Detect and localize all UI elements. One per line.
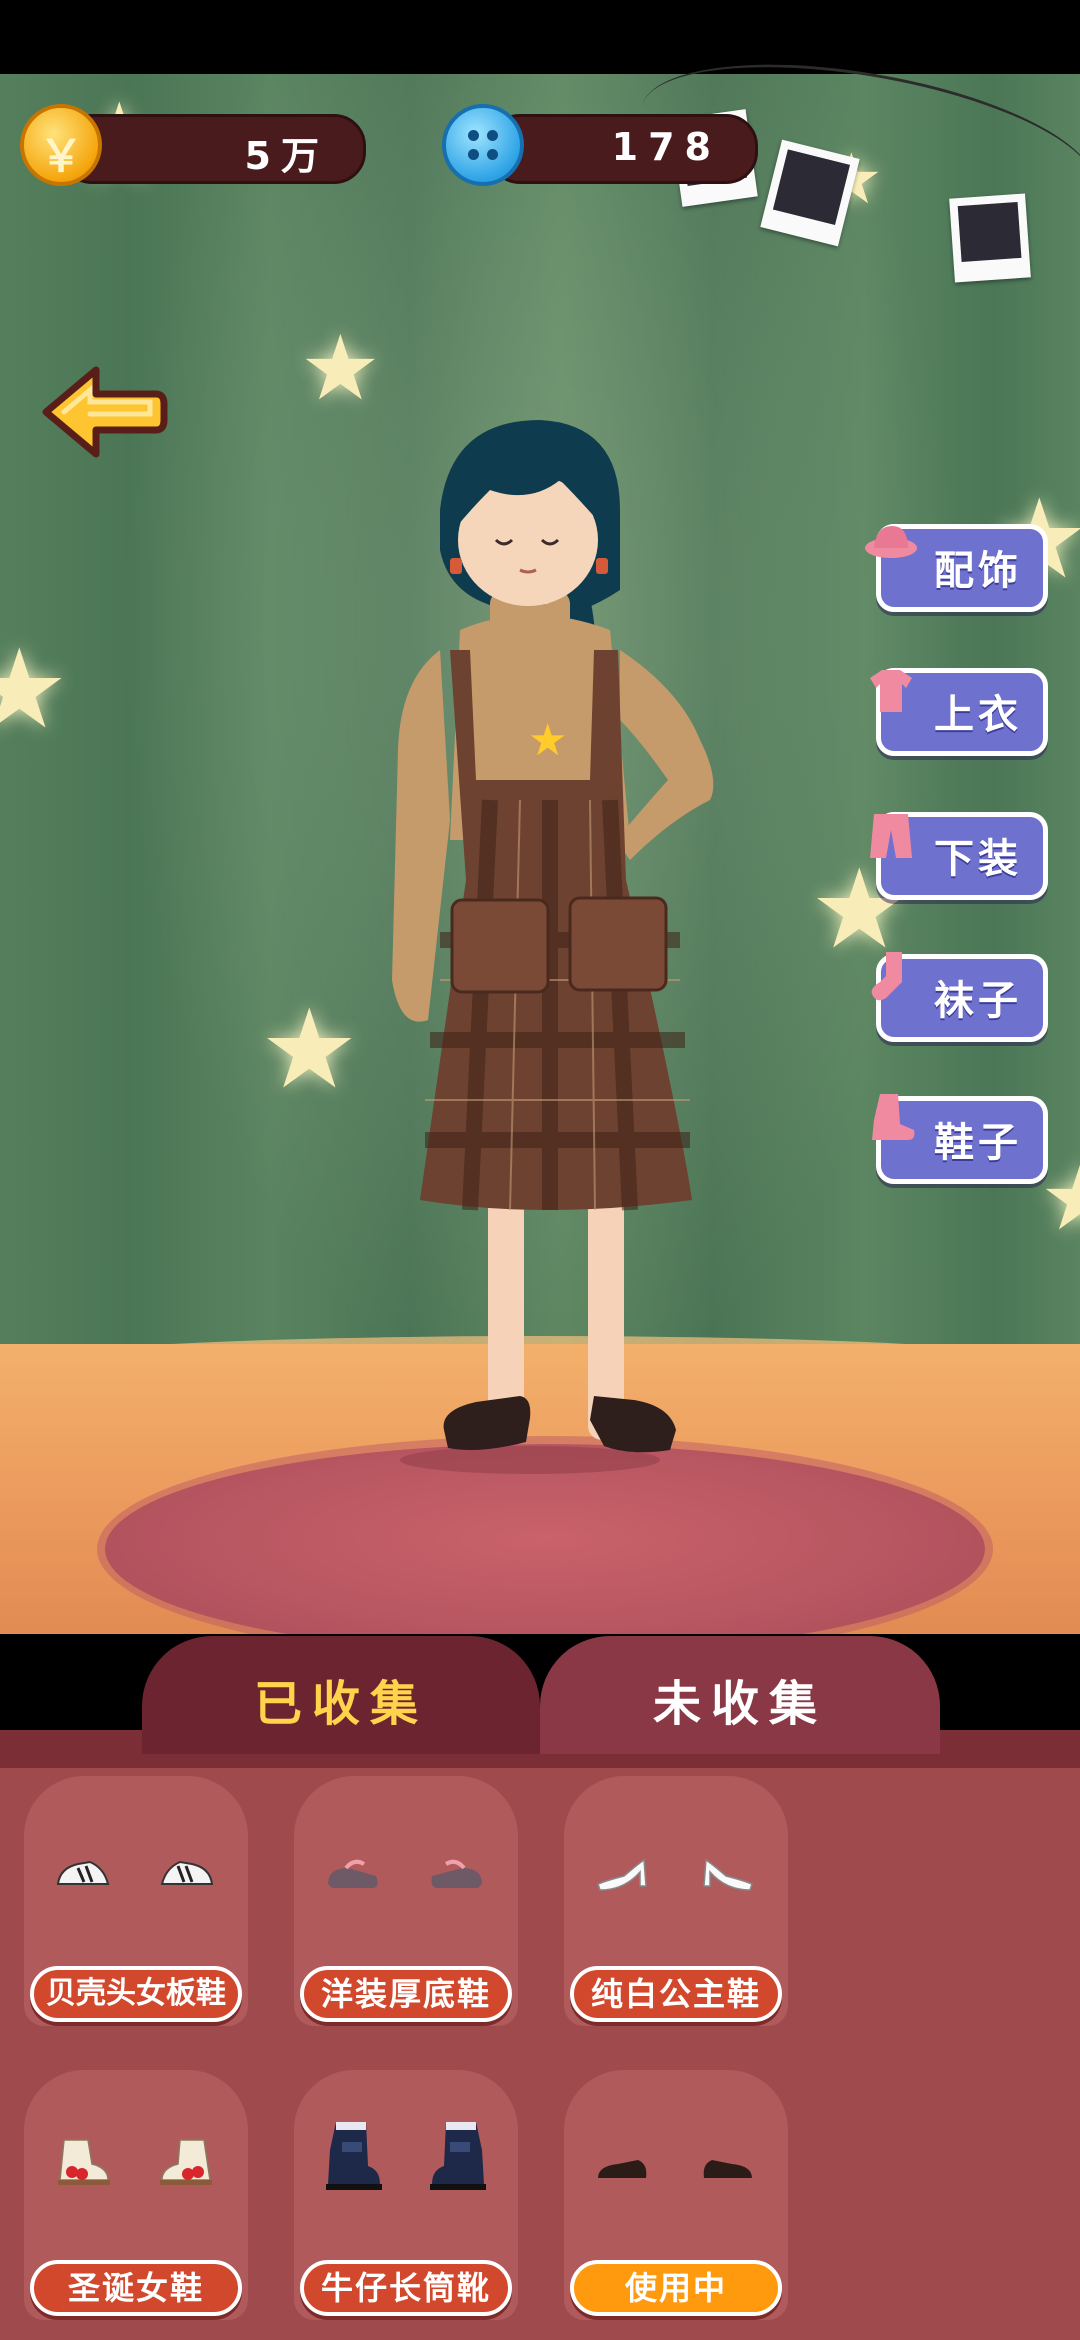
item-name: 洋装厚底鞋 bbox=[300, 1966, 512, 2022]
star-decoration: ★ bbox=[0, 625, 69, 753]
item-name: 圣诞女鞋 bbox=[30, 2260, 242, 2316]
mary-jane-icon bbox=[431, 1859, 482, 1888]
button-currency-icon bbox=[442, 104, 524, 186]
dress-up-character: ★ bbox=[392, 420, 714, 1474]
pants-icon bbox=[870, 814, 912, 858]
back-arrow-icon[interactable] bbox=[38, 364, 168, 460]
christmas-shoe-icon bbox=[160, 2139, 212, 2185]
tab-uncollected[interactable]: 未收集 bbox=[540, 1636, 940, 1754]
star-decoration: ★ bbox=[260, 985, 359, 1113]
mary-jane-icon bbox=[328, 1859, 378, 1888]
boot-icon bbox=[872, 1094, 915, 1140]
button-amount: 178 bbox=[611, 125, 721, 169]
item-card[interactable]: 纯白公主鞋 bbox=[564, 1776, 788, 2026]
star-decoration: ★ bbox=[300, 316, 381, 421]
status-bar bbox=[0, 0, 1080, 74]
sock-icon bbox=[871, 952, 902, 1001]
christmas-shoe-icon bbox=[58, 2139, 110, 2185]
tab-collected[interactable]: 已收集 bbox=[142, 1636, 540, 1754]
item-card[interactable]: 贝壳头女板鞋 bbox=[24, 1776, 248, 2026]
category-accessories[interactable]: 配饰 bbox=[862, 518, 1052, 616]
loafer-icon bbox=[598, 2160, 647, 2178]
heel-icon bbox=[597, 1858, 647, 1891]
category-shoes[interactable]: 鞋子 bbox=[862, 1090, 1052, 1188]
coin-amount: 5万 bbox=[244, 134, 329, 178]
item-card[interactable]: 洋装厚底鞋 bbox=[294, 1776, 518, 2026]
in-use-label: 使用中 bbox=[570, 2260, 782, 2316]
shirt-icon bbox=[870, 670, 912, 712]
category-tops[interactable]: 上衣 bbox=[862, 662, 1052, 760]
item-name: 贝壳头女板鞋 bbox=[30, 1966, 242, 2022]
coin-balance: 5万 bbox=[60, 114, 366, 184]
category-bottoms[interactable]: 下装 bbox=[862, 806, 1052, 904]
svg-text:★: ★ bbox=[528, 715, 567, 766]
item-card[interactable]: 圣诞女鞋 bbox=[24, 2070, 248, 2320]
item-card[interactable]: 牛仔长筒靴 bbox=[294, 2070, 518, 2320]
heel-icon bbox=[703, 1858, 753, 1891]
item-card-in-use[interactable]: 使用中 bbox=[564, 2070, 788, 2320]
coin-icon: ￥ bbox=[20, 104, 102, 186]
item-name: 纯白公主鞋 bbox=[570, 1966, 782, 2022]
hat-icon bbox=[865, 526, 917, 558]
button-balance: 178 bbox=[488, 114, 758, 184]
category-socks[interactable]: 袜子 bbox=[862, 948, 1052, 1046]
sneaker-icon bbox=[56, 1860, 110, 1885]
sneaker-icon bbox=[160, 1860, 214, 1885]
boot-icon bbox=[430, 2122, 486, 2190]
item-name: 牛仔长筒靴 bbox=[300, 2260, 512, 2316]
loafer-icon bbox=[703, 2160, 752, 2178]
polaroid-photo bbox=[949, 193, 1031, 283]
boot-icon bbox=[326, 2122, 382, 2190]
